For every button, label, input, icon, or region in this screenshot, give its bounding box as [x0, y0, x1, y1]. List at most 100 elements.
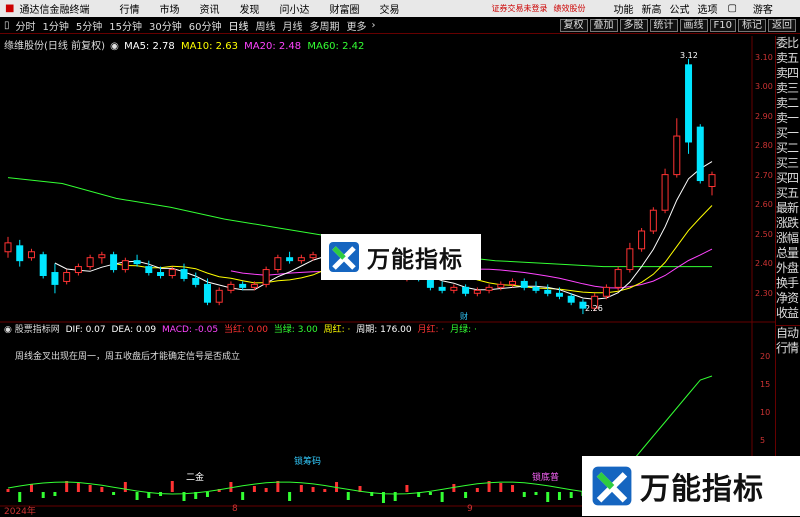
indicator-bar [393, 492, 397, 501]
candle-body [520, 280, 528, 288]
candle-body [180, 269, 188, 279]
danghong-label: 当红: 0.00 [223, 325, 268, 335]
indicator-bar [18, 492, 22, 502]
menu-gongshi[interactable]: 公式 [669, 1, 689, 16]
indicator-bar [135, 492, 139, 500]
watermark-top: 万能指标 [321, 234, 481, 280]
menu-xuanxiang[interactable]: 选项 [697, 1, 717, 16]
indicator-bar [346, 492, 350, 500]
period-60min[interactable]: 60分钟 [187, 18, 224, 33]
period-fenshi[interactable]: 分时 [14, 18, 38, 33]
duogu-button[interactable]: 多股 [619, 18, 648, 32]
stock-alert[interactable]: 绩效股份 [553, 3, 585, 14]
menu-wenxiaoda[interactable]: 问小达 [279, 1, 309, 16]
f10-button[interactable]: F10 [709, 18, 736, 32]
label-suochouma: 锁筹码 [294, 457, 322, 467]
tongji-button[interactable]: 统计 [649, 18, 678, 32]
period-month[interactable]: 月线 [280, 18, 304, 33]
cai-marker[interactable]: 财 [460, 311, 468, 322]
watermark-bottom: 万能指标 [582, 456, 800, 516]
restore-icon[interactable]: ▢ [727, 3, 736, 14]
biaoji-button[interactable]: 标记 [738, 18, 766, 32]
sidebar-maisan[interactable]: 卖三 [776, 81, 800, 96]
macd-label: MACD: -0.05 [161, 325, 219, 335]
period-day[interactable]: 日线 [226, 18, 250, 33]
sidebar-buyi[interactable]: 买一 [776, 126, 800, 141]
fuquan-button[interactable]: 复权 [559, 18, 588, 32]
sub-y-5: 5 [760, 436, 766, 445]
sub-settings-icon[interactable]: ◉ [4, 325, 12, 335]
sidebar-maiwu[interactable]: 卖五 [776, 51, 800, 66]
indicator-bar [522, 492, 526, 497]
sidebar-maier[interactable]: 卖二 [776, 96, 800, 111]
x-label-2024: 2024年 [4, 507, 36, 517]
sub-y-20: 20 [760, 352, 771, 361]
candle-body [215, 289, 223, 303]
fanhui-button[interactable]: 返回 [768, 18, 796, 32]
more-arrow-icon[interactable]: › [371, 20, 375, 31]
sidebar-weibi[interactable]: 委比 [776, 36, 800, 51]
sidebar-huanshou[interactable]: 换手 [776, 276, 800, 291]
period-1min[interactable]: 1分钟 [41, 18, 71, 33]
sidebar-zuixin[interactable]: 最新 [776, 201, 800, 216]
period-week[interactable]: 周线 [253, 18, 277, 33]
x-label-aug: 8 [232, 504, 238, 514]
sidebar-maiyi[interactable]: 卖一 [776, 111, 800, 126]
y-label-290: 2.90 [755, 112, 773, 121]
sidebar-busan[interactable]: 买三 [776, 156, 800, 171]
label-suodipu: 锁底普 [532, 473, 560, 483]
menu-caifuquan[interactable]: 财富圈 [329, 1, 359, 16]
user-label[interactable]: 游客 [753, 1, 773, 16]
indicator-bar [6, 489, 10, 492]
indicator-bar [76, 483, 80, 492]
candle-body [638, 230, 646, 250]
price-low-label: 2.26 [585, 304, 603, 313]
indicator-bar [252, 486, 256, 492]
menu-xingao[interactable]: 新高 [641, 1, 661, 16]
huaxian-button[interactable]: 画线 [679, 18, 708, 32]
indicator-bar [311, 487, 315, 492]
yuehong-label: 月红: · [417, 325, 445, 335]
sidebar-waipan[interactable]: 外盘 [776, 261, 800, 276]
watermark-logo-icon-2 [592, 466, 632, 506]
candle-body [274, 257, 282, 271]
candle-body [555, 292, 563, 297]
period-more[interactable]: 更多 [344, 18, 368, 33]
sidebar-zongliang[interactable]: 总量 [776, 246, 800, 261]
sidebar-buer[interactable]: 买二 [776, 141, 800, 156]
login-alert[interactable]: 证券交易未登录 [491, 3, 547, 14]
sidebar-zhangdie[interactable]: 涨跌 [776, 216, 800, 231]
sidebar-jingzi[interactable]: 净资 [776, 291, 800, 306]
sidebar-shouyi[interactable]: 收益 [776, 306, 800, 321]
menu-jiaoyi[interactable]: 交易 [379, 1, 399, 16]
indicator-bar [569, 492, 573, 498]
sidebar-buwu[interactable]: 买五 [776, 186, 800, 201]
indicator-bar [100, 487, 104, 492]
indicator-name[interactable]: 股票指标网 [15, 325, 60, 335]
period-30min[interactable]: 30分钟 [147, 18, 184, 33]
candle-body [544, 289, 552, 294]
period-15min[interactable]: 15分钟 [107, 18, 144, 33]
candle-body [4, 242, 12, 253]
candle-body [708, 174, 716, 187]
candle-body [696, 126, 704, 182]
candle-body [86, 257, 94, 268]
period-5min[interactable]: 5分钟 [74, 18, 104, 33]
y-label-270: 2.70 [755, 171, 773, 180]
diejia-button[interactable]: 叠加 [589, 18, 618, 32]
menu-zixun[interactable]: 资讯 [199, 1, 219, 16]
menu-faxian[interactable]: 发现 [239, 1, 259, 16]
sidebar-toggle-icon[interactable]: ▯ [0, 20, 14, 31]
menu-hangqing[interactable]: 行情 [119, 1, 139, 16]
sidebar-hangqing[interactable]: 行情 [776, 341, 800, 356]
menu-shichang[interactable]: 市场 [159, 1, 179, 16]
sidebar-maisi[interactable]: 卖四 [776, 66, 800, 81]
period-multi[interactable]: 多周期 [307, 18, 341, 33]
menu-gongneng[interactable]: 功能 [613, 1, 633, 16]
indicator-bar [29, 484, 33, 492]
sidebar-busi[interactable]: 买四 [776, 171, 800, 186]
indicator-bar [323, 489, 327, 492]
sidebar-zidong[interactable]: 自动 [776, 325, 800, 341]
indicator-bar [241, 492, 245, 500]
sidebar-zhangfu[interactable]: 涨幅 [776, 231, 800, 246]
